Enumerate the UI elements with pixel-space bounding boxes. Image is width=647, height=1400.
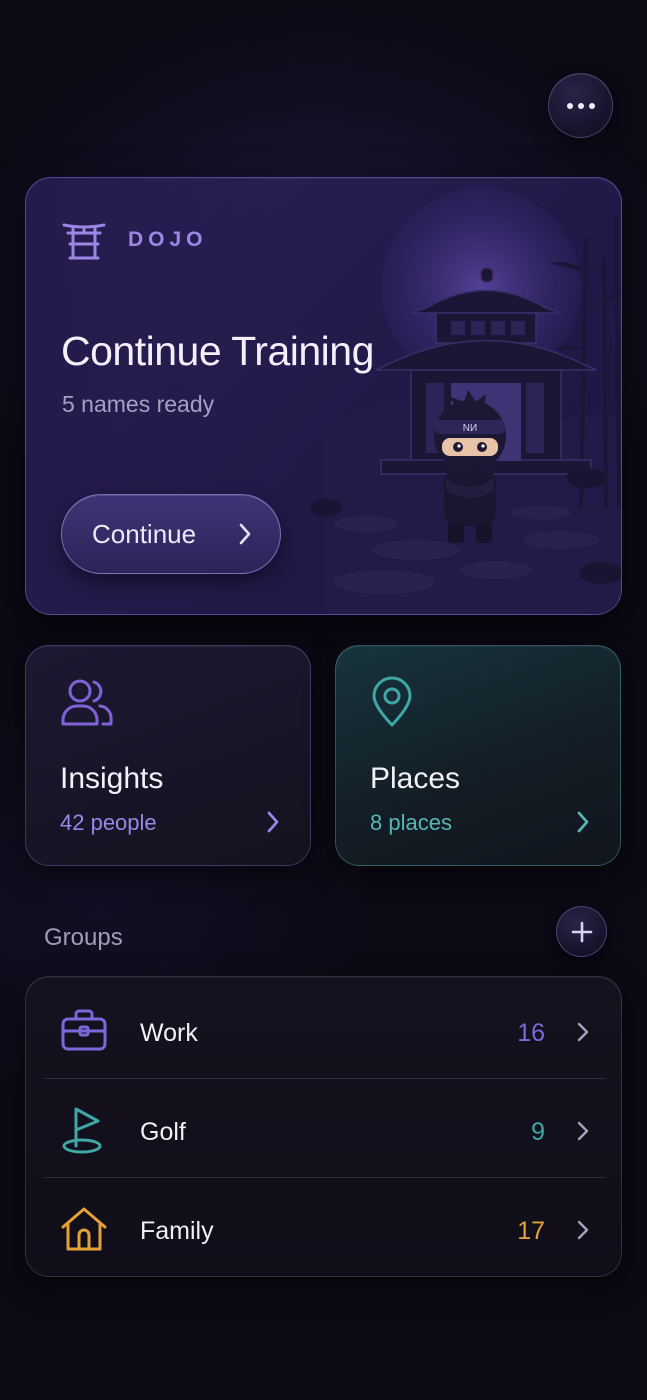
groups-heading: Groups — [44, 924, 123, 951]
continue-training-card[interactable]: NИ DOJO Continue Training 5 names — [25, 177, 622, 615]
home-screen: NИ DOJO Continue Training 5 names — [0, 0, 647, 1400]
divider — [44, 1177, 605, 1178]
group-count: 17 — [517, 1217, 545, 1245]
group-row-family[interactable]: Family 17 — [26, 1179, 623, 1278]
chevron-right-icon — [577, 1220, 589, 1240]
places-title: Places — [370, 762, 461, 795]
more-options-button[interactable] — [548, 73, 613, 138]
divider — [44, 1078, 605, 1079]
group-row-work[interactable]: Work 16 — [26, 981, 623, 1080]
chevron-right-icon — [577, 1121, 589, 1141]
chevron-right-icon — [239, 523, 251, 545]
hero-title: Continue Training — [61, 328, 374, 374]
group-count: 16 — [517, 1019, 545, 1047]
chevron-right-icon — [577, 1022, 589, 1042]
group-name: Family — [140, 1217, 214, 1245]
briefcase-icon — [61, 1009, 107, 1051]
group-row-golf[interactable]: Golf 9 — [26, 1080, 623, 1179]
group-count: 9 — [531, 1118, 545, 1146]
people-icon — [61, 679, 113, 726]
insights-count: 42 people — [60, 810, 157, 835]
map-pin-icon — [372, 676, 412, 727]
chevron-right-icon — [577, 811, 589, 833]
places-count: 8 places — [370, 810, 452, 835]
continue-button-label: Continue — [92, 518, 197, 549]
dojo-label: DOJO — [128, 228, 208, 251]
add-group-button[interactable] — [556, 906, 607, 957]
insights-title: Insights — [60, 762, 164, 795]
group-name: Golf — [140, 1118, 186, 1146]
hero-subtitle: 5 names ready — [62, 391, 215, 417]
group-name: Work — [140, 1019, 198, 1047]
torii-gate-icon — [62, 223, 106, 260]
dojo-brand: DOJO — [62, 220, 208, 260]
more-horizontal-icon — [566, 102, 595, 109]
chevron-right-icon — [267, 811, 279, 833]
insights-tile[interactable]: Insights 42 people — [25, 645, 311, 866]
continue-button[interactable]: Continue — [61, 494, 281, 574]
home-icon — [61, 1207, 107, 1251]
places-tile[interactable]: Places 8 places — [335, 645, 621, 866]
plus-icon — [571, 921, 592, 942]
groups-list: Work 16 Golf 9 Family 17 — [25, 976, 622, 1277]
golf-flag-icon — [62, 1107, 102, 1154]
